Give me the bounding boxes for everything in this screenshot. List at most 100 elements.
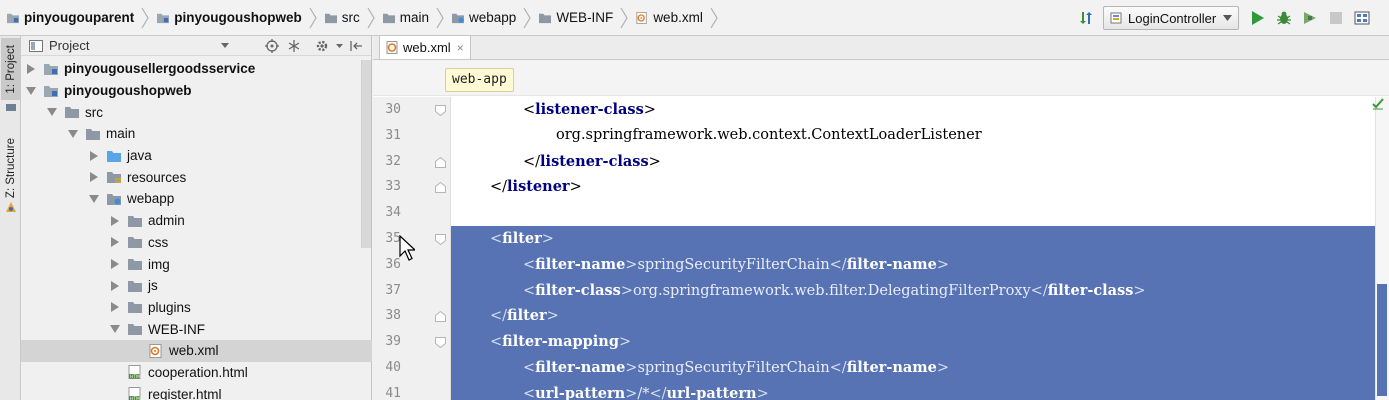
folder-icon <box>382 12 396 24</box>
expand-arrow-icon[interactable] <box>25 63 37 75</box>
tree-item[interactable]: java <box>21 145 361 167</box>
xml-bracket: > <box>936 360 949 376</box>
code-line: 37 <filter-class>org.springframework.web.… <box>373 277 1389 304</box>
breadcrumb-item[interactable]: webapp <box>449 0 516 35</box>
tab-project[interactable]: 1: Project <box>1 38 20 100</box>
line-number: 31 <box>385 127 401 143</box>
xml-tag-name: filter-name <box>846 255 937 273</box>
breadcrumb-item[interactable]: web.xml <box>633 0 703 35</box>
xml-text: springSecurityFilterChain <box>637 360 830 376</box>
tool-window-strip: 1: Project Z: Structure <box>0 36 21 400</box>
expand-arrow-icon[interactable] <box>88 150 100 162</box>
selection-highlight <box>451 303 1389 330</box>
expand-arrow-icon[interactable] <box>109 280 121 292</box>
close-icon[interactable]: × <box>457 41 464 55</box>
folder-icon <box>85 127 101 141</box>
mouse-pointer-icon <box>399 235 415 261</box>
expand-arrow-icon[interactable] <box>109 215 121 227</box>
tree-item[interactable]: main <box>21 123 361 145</box>
chevron-right-icon <box>709 6 719 30</box>
tree-item-label: java <box>127 148 152 164</box>
tree-item[interactable]: pinyougousellergoodsservice <box>21 58 361 80</box>
fold-open-icon[interactable] <box>435 336 446 349</box>
collapse-arrow-icon[interactable] <box>46 106 58 118</box>
module-folder-icon <box>156 12 170 24</box>
collapse-arrow-icon[interactable] <box>67 128 79 140</box>
tree-item[interactable]: plugins <box>21 297 361 319</box>
code-line: 34 <box>373 200 1389 226</box>
tree-item[interactable]: web.xml <box>21 339 372 362</box>
build-icon[interactable] <box>1075 7 1097 29</box>
fold-open-icon[interactable] <box>435 104 446 117</box>
tree-item[interactable]: js <box>21 275 361 297</box>
tree-item-label: src <box>85 104 103 120</box>
tree-item[interactable]: HTML register.html <box>21 383 361 400</box>
tree-item[interactable]: HTML cooperation.html <box>21 362 361 384</box>
tree-item-label: web.xml <box>169 343 219 359</box>
expand-arrow-icon[interactable] <box>88 171 100 183</box>
project-view-icon <box>29 39 43 52</box>
gear-icon[interactable] <box>313 38 331 54</box>
chevron-down-icon[interactable] <box>221 43 229 48</box>
tree-item[interactable]: css <box>21 232 361 254</box>
project-scrollbar[interactable] <box>361 60 371 248</box>
fold-end-icon[interactable] <box>435 156 446 168</box>
expand-arrow-icon[interactable] <box>109 258 121 270</box>
coverage-icon[interactable] <box>1299 7 1321 29</box>
code-line: 31 org.springframework.web.context.Contex… <box>373 123 1389 149</box>
xml-tag-breadcrumb[interactable]: web-app <box>445 68 514 92</box>
line-number: 37 <box>385 282 401 298</box>
collapse-arrow-icon[interactable] <box>25 85 37 97</box>
expand-arrow-icon[interactable] <box>109 301 121 313</box>
xml-bracket: < <box>523 385 536 400</box>
tree-item[interactable]: img <box>21 253 361 275</box>
breadcrumb-item[interactable]: pinyougouparent <box>4 0 134 35</box>
line-number: 38 <box>385 308 401 324</box>
stop-icon[interactable] <box>1325 7 1347 29</box>
breadcrumb-item[interactable]: src <box>322 0 360 35</box>
hide-panel-icon[interactable] <box>347 38 365 54</box>
run-icon[interactable] <box>1247 7 1269 29</box>
collapse-all-icon[interactable] <box>285 38 303 54</box>
tree-item[interactable]: webapp <box>21 188 361 210</box>
tree-item[interactable]: src <box>21 101 361 123</box>
tree-item[interactable]: WEB-INF <box>21 318 361 340</box>
editor-scrollbar[interactable] <box>1372 97 1389 400</box>
folder-icon <box>324 12 338 24</box>
folder-icon <box>538 12 552 24</box>
xml-bracket: </ <box>523 153 541 170</box>
chevron-down-icon[interactable] <box>335 38 343 54</box>
breadcrumb-item[interactable]: WEB-INF <box>536 0 613 35</box>
tree-item[interactable]: admin <box>21 210 361 232</box>
xml-bracket: < <box>490 334 503 351</box>
fold-end-icon[interactable] <box>435 181 446 194</box>
debug-icon[interactable] <box>1273 7 1295 29</box>
tree-item[interactable]: pinyougoushopweb <box>21 80 361 102</box>
resources-folder-icon <box>106 170 122 184</box>
module-folder-icon <box>43 62 59 76</box>
tab-web-xml-label: web.xml <box>403 40 451 55</box>
scroll-from-source-icon[interactable] <box>263 38 281 54</box>
line-number: 30 <box>385 102 401 117</box>
project-structure-icon[interactable] <box>1351 7 1373 29</box>
collapse-arrow-icon[interactable] <box>88 193 100 205</box>
chevron-right-icon <box>619 6 629 30</box>
code-line: 39 <filter-mapping> <box>373 329 1389 355</box>
code-text: <url-pattern>/*</url-pattern> <box>451 381 769 400</box>
folder-icon <box>127 300 143 314</box>
fold-end-icon[interactable] <box>435 310 446 323</box>
tree-item[interactable]: resources <box>21 166 361 188</box>
tab-web-xml[interactable]: web.xml × <box>379 35 471 59</box>
breadcrumb-item[interactable]: main <box>380 0 429 35</box>
module-folder-icon <box>6 12 20 24</box>
expand-arrow-icon[interactable] <box>109 236 121 248</box>
breadcrumb-item[interactable]: pinyougoushopweb <box>154 0 302 35</box>
tab-structure[interactable]: Z: Structure <box>1 128 20 208</box>
fold-open-icon[interactable] <box>435 233 446 246</box>
run-configuration-select[interactable]: LoginController <box>1103 6 1239 30</box>
tree-item-label: cooperation.html <box>148 364 248 380</box>
code-editor[interactable]: 30 <listener-class> 31 org.springframework.… <box>373 97 1389 400</box>
collapse-arrow-icon[interactable] <box>109 323 121 335</box>
